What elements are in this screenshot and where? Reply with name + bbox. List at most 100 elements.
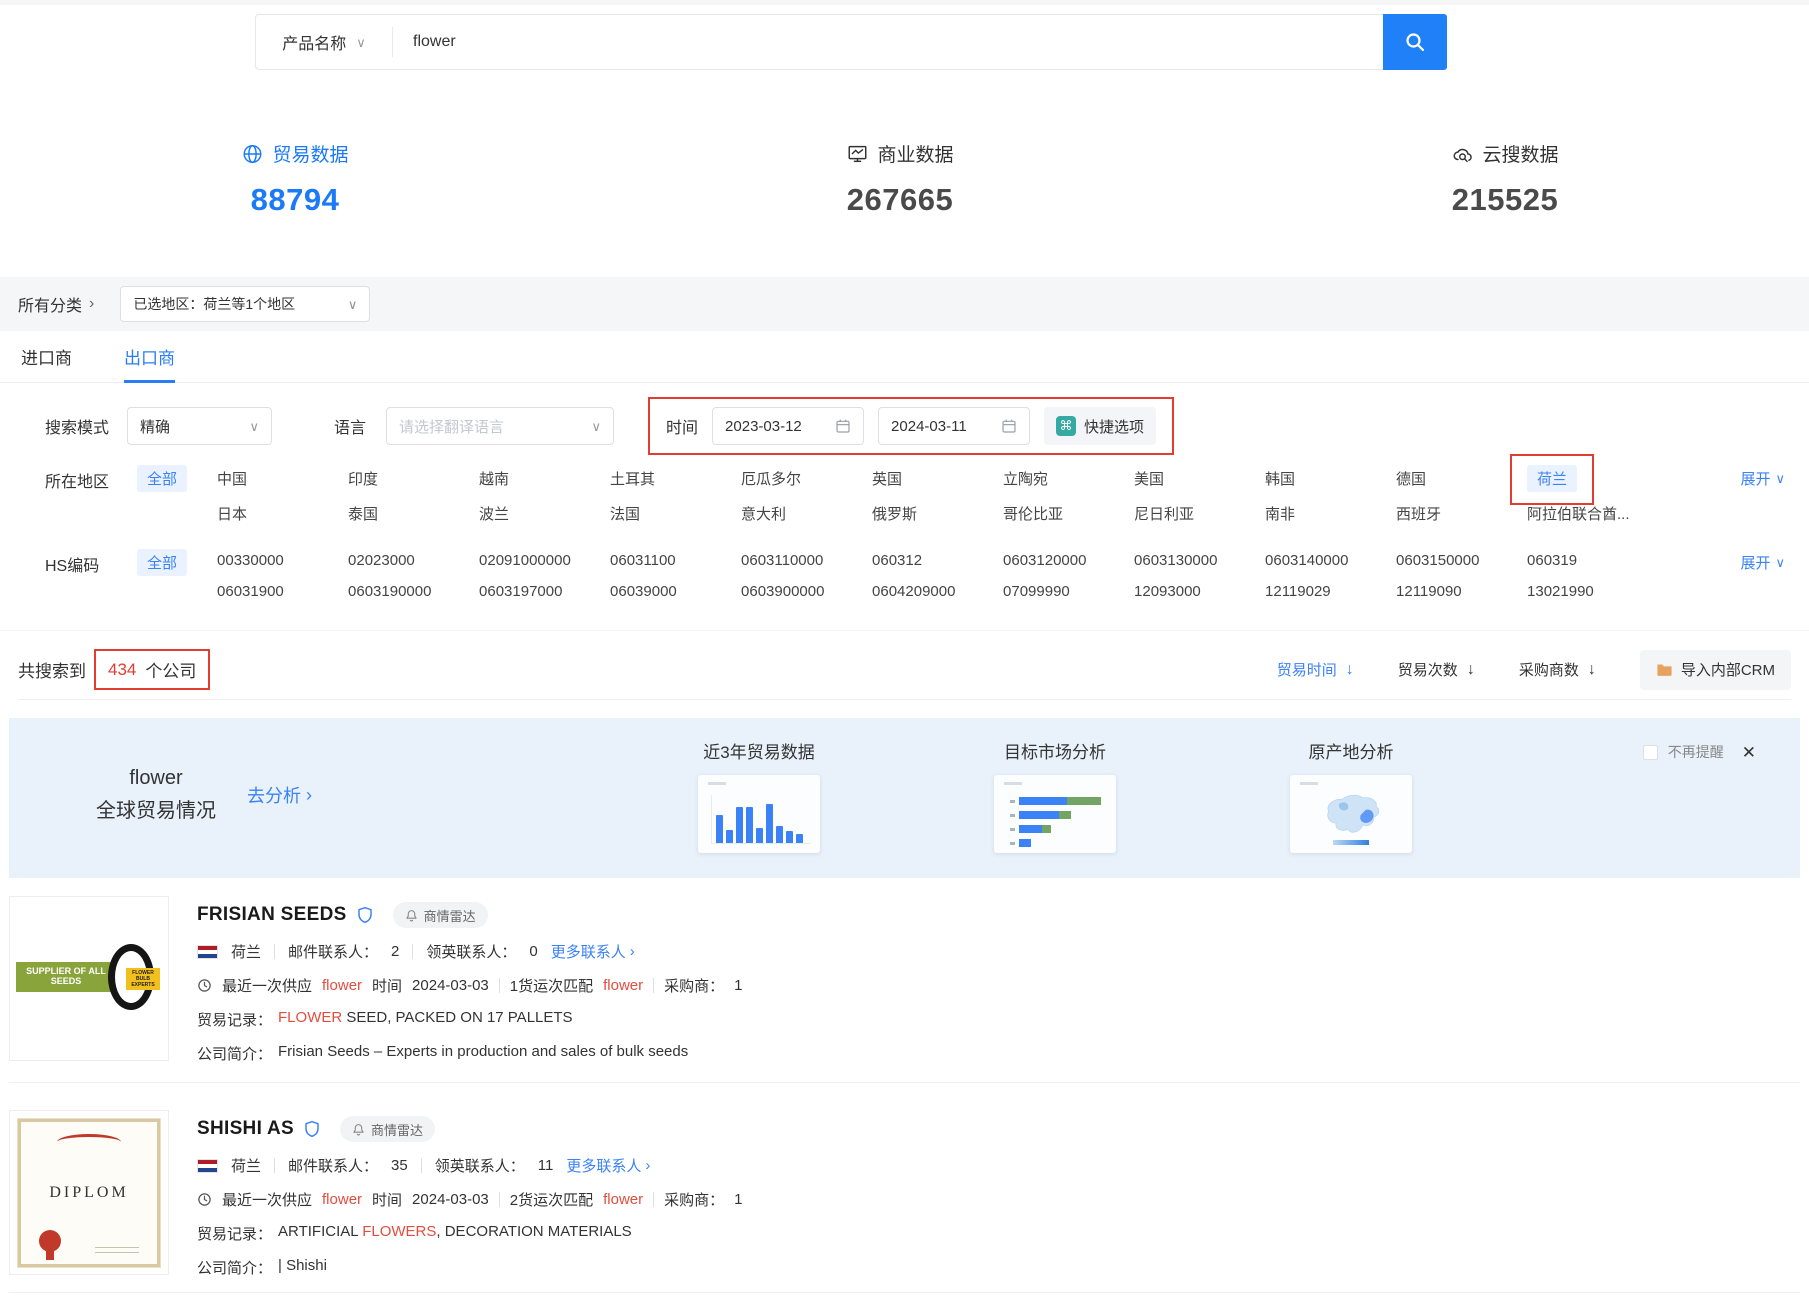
business-radar-pill[interactable]: 商情雷达 bbox=[340, 1116, 435, 1142]
hs-expand-link[interactable]: 展开 bbox=[1740, 549, 1785, 573]
hbar-chart-preview[interactable] bbox=[994, 775, 1116, 853]
hs-code-item[interactable]: 0604209000 bbox=[872, 580, 1003, 603]
company-logo[interactable]: SUPPLIER OF ALL SEEDS FLOWER BULB EXPERT… bbox=[9, 896, 169, 1061]
region-item[interactable]: 南非 bbox=[1265, 500, 1396, 527]
region-item[interactable]: 中国 bbox=[217, 465, 348, 492]
hs-code-item[interactable]: 0603150000 bbox=[1396, 549, 1527, 572]
search-button[interactable] bbox=[1383, 14, 1447, 70]
sort-trade-count[interactable]: 贸易次数 bbox=[1398, 659, 1475, 680]
shield-icon[interactable] bbox=[357, 906, 373, 924]
language-select[interactable]: 请选择翻译语言 bbox=[386, 407, 614, 445]
go-analyze-link[interactable]: 去分析 bbox=[247, 782, 312, 808]
sort-trade-time[interactable]: 贸易时间 bbox=[1277, 659, 1354, 680]
company-name[interactable]: SHISHI AS bbox=[197, 1118, 294, 1140]
search-bar: 产品名称 bbox=[255, 14, 1447, 70]
language-label: 语言 bbox=[334, 414, 366, 438]
region-item[interactable]: 立陶宛 bbox=[1003, 465, 1134, 492]
search-mode-select[interactable]: 精确 bbox=[127, 407, 272, 445]
company-name[interactable]: FRISIAN SEEDS bbox=[197, 904, 347, 926]
shield-icon[interactable] bbox=[304, 1120, 320, 1138]
region-item[interactable]: 俄罗斯 bbox=[872, 500, 1003, 527]
mini-bar bbox=[786, 831, 793, 843]
date-to-input[interactable]: 2024-03-11 bbox=[878, 407, 1030, 445]
region-item[interactable]: 日本 bbox=[217, 500, 348, 527]
tab-exporter[interactable]: 出口商 bbox=[124, 331, 175, 382]
hs-code-item[interactable]: 07099990 bbox=[1003, 580, 1134, 603]
hs-code-item[interactable]: 12119090 bbox=[1396, 580, 1527, 603]
region-item[interactable]: 法国 bbox=[610, 500, 741, 527]
breadcrumb-all-categories[interactable]: 所有分类 bbox=[18, 292, 94, 316]
hs-code-item[interactable]: 02023000 bbox=[348, 549, 479, 572]
hs-code-item[interactable]: 06031900 bbox=[217, 580, 348, 603]
hs-code-item[interactable]: 0603120000 bbox=[1003, 549, 1134, 572]
product-category-dropdown[interactable]: 产品名称 bbox=[256, 30, 392, 54]
company-card: SUPPLIER OF ALL SEEDS FLOWER BULB EXPERT… bbox=[9, 896, 1800, 1064]
hs-code-item[interactable]: 0603190000 bbox=[348, 580, 479, 603]
region-item[interactable]: 韩国 bbox=[1265, 465, 1396, 492]
region-item[interactable]: 英国 bbox=[872, 465, 1003, 492]
region-all-pill[interactable]: 全部 bbox=[137, 465, 187, 492]
hs-all-pill[interactable]: 全部 bbox=[137, 549, 187, 576]
hs-code-item[interactable]: 0603900000 bbox=[741, 580, 872, 603]
target-market-thumbnail: 目标市场分析 bbox=[965, 738, 1145, 853]
tab-importer[interactable]: 进口商 bbox=[21, 331, 72, 382]
region-item[interactable]: 土耳其 bbox=[610, 465, 741, 492]
hs-code-item[interactable]: 0603140000 bbox=[1265, 549, 1396, 572]
hs-code-item[interactable]: 0603110000 bbox=[741, 549, 872, 572]
region-item[interactable]: 阿拉伯联合酋... bbox=[1527, 500, 1658, 527]
more-contacts-link[interactable]: 更多联系人 bbox=[551, 941, 635, 962]
hs-filter-label: HS编码 bbox=[45, 549, 137, 576]
region-filter-label: 所在地区 bbox=[45, 465, 137, 492]
hs-code-item[interactable]: 060312 bbox=[872, 549, 1003, 572]
quick-options-button[interactable]: 快捷选项 bbox=[1044, 407, 1156, 445]
region-item[interactable]: 越南 bbox=[479, 465, 610, 492]
stat-business-data[interactable]: 商业数据 267665 bbox=[846, 140, 953, 218]
region-item[interactable]: 荷兰 bbox=[1527, 465, 1658, 492]
globe-icon bbox=[241, 143, 263, 165]
trade-record-text: , DECORATION MATERIALS bbox=[436, 1223, 631, 1240]
region-item[interactable]: 美国 bbox=[1134, 465, 1265, 492]
bar-chart-preview[interactable] bbox=[698, 775, 820, 853]
region-item[interactable]: 德国 bbox=[1396, 465, 1527, 492]
banner-keyword: flower bbox=[71, 762, 241, 795]
region-item[interactable]: 西班牙 bbox=[1396, 500, 1527, 527]
company-profile-label: 公司简介： bbox=[197, 1257, 272, 1278]
hs-code-item[interactable]: 00330000 bbox=[217, 549, 348, 572]
selected-region-dropdown[interactable]: 已选地区：荷兰等1个地区 bbox=[120, 286, 370, 322]
business-radar-pill[interactable]: 商情雷达 bbox=[393, 902, 488, 928]
linkedin-contacts-label: 领英联系人： bbox=[426, 941, 516, 962]
hs-code-item[interactable]: 12093000 bbox=[1134, 580, 1265, 603]
certificate-title: DIPLOM bbox=[49, 1184, 128, 1202]
company-logo[interactable]: DIPLOM bbox=[9, 1110, 169, 1275]
region-item[interactable]: 泰国 bbox=[348, 500, 479, 527]
search-input[interactable] bbox=[393, 33, 1383, 51]
stat-trade-data[interactable]: 贸易数据 88794 bbox=[241, 140, 348, 218]
region-item[interactable]: 印度 bbox=[348, 465, 479, 492]
divider bbox=[9, 1292, 1800, 1293]
region-item[interactable]: 意大利 bbox=[741, 500, 872, 527]
hs-code-item[interactable]: 0603197000 bbox=[479, 580, 610, 603]
region-item[interactable]: 波兰 bbox=[479, 500, 610, 527]
region-item[interactable]: 厄瓜多尔 bbox=[741, 465, 872, 492]
sort-buyer-count[interactable]: 采购商数 bbox=[1519, 659, 1596, 680]
hs-code-item[interactable]: 06039000 bbox=[610, 580, 741, 603]
region-item[interactable]: 哥伦比亚 bbox=[1003, 500, 1134, 527]
map-preview[interactable] bbox=[1290, 775, 1412, 853]
import-crm-button[interactable]: 导入内部CRM bbox=[1640, 650, 1791, 690]
dont-remind-checkbox[interactable] bbox=[1643, 745, 1658, 760]
date-from-input[interactable]: 2023-03-12 bbox=[712, 407, 864, 445]
hs-code-item[interactable]: 02091000000 bbox=[479, 549, 610, 572]
close-icon[interactable] bbox=[1742, 744, 1756, 761]
region-item[interactable]: 尼日利亚 bbox=[1134, 500, 1265, 527]
stat-cloud-search-data[interactable]: 云搜数据 215525 bbox=[1451, 140, 1558, 218]
hs-code-item[interactable]: 12119029 bbox=[1265, 580, 1396, 603]
mini-bar bbox=[776, 826, 783, 843]
hs-code-item[interactable]: 06031100 bbox=[610, 549, 741, 572]
region-expand-link[interactable]: 展开 bbox=[1740, 465, 1785, 489]
hs-code-item[interactable]: 13021990 bbox=[1527, 580, 1658, 603]
hs-code-item[interactable]: 060319 bbox=[1527, 549, 1658, 572]
results-prefix: 共搜索到 bbox=[18, 657, 86, 682]
cloud-search-icon bbox=[1451, 143, 1473, 165]
hs-code-item[interactable]: 0603130000 bbox=[1134, 549, 1265, 572]
more-contacts-link[interactable]: 更多联系人 bbox=[566, 1155, 650, 1176]
